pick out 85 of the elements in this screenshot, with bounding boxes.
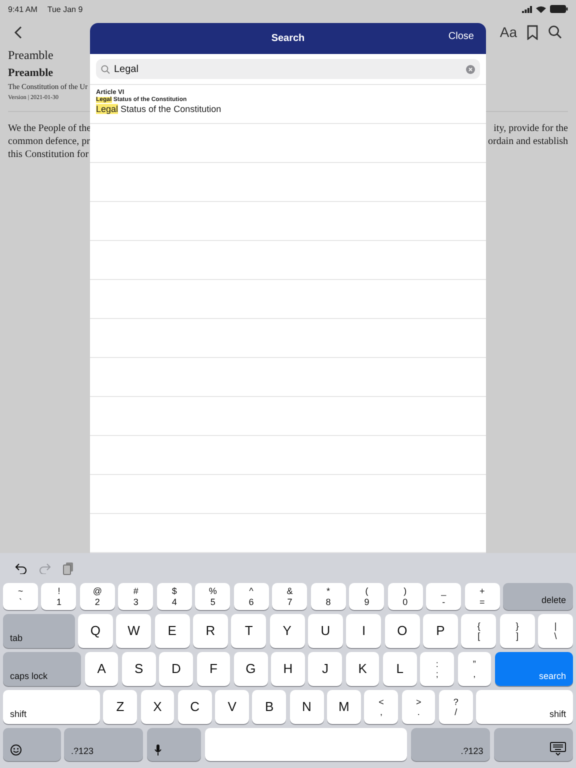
key[interactable]: D bbox=[159, 652, 194, 686]
paragraph-line: common defence, pr bbox=[8, 135, 90, 148]
key[interactable]: B bbox=[252, 690, 286, 724]
key[interactable]: G bbox=[234, 652, 268, 686]
key[interactable]: # 3 bbox=[118, 583, 154, 610]
key[interactable]: X bbox=[140, 690, 174, 724]
function-key[interactable]: .?123 bbox=[64, 728, 144, 761]
key[interactable]: M bbox=[327, 690, 361, 724]
paragraph-line: this Constitution for bbox=[8, 148, 89, 161]
bookmark-icon[interactable] bbox=[527, 24, 538, 40]
key[interactable]: P bbox=[423, 614, 458, 648]
key[interactable]: R bbox=[193, 614, 228, 648]
key[interactable]: > . bbox=[402, 690, 436, 724]
key[interactable]: $ 4 bbox=[156, 583, 192, 610]
wifi-icon bbox=[536, 6, 546, 12]
key[interactable]: < , bbox=[364, 690, 398, 724]
key[interactable]: ! 1 bbox=[41, 583, 76, 610]
font-size-button[interactable]: Aa bbox=[500, 24, 517, 40]
battery-icon bbox=[550, 5, 568, 13]
status-time: 9:41 AM bbox=[8, 4, 38, 14]
signal-icon bbox=[522, 6, 532, 12]
result-snippet: Legal Status of the Constitution bbox=[96, 104, 222, 114]
key[interactable]: A bbox=[84, 652, 118, 686]
shift-key[interactable]: shift bbox=[3, 690, 100, 724]
key[interactable]: U bbox=[308, 614, 343, 648]
key[interactable]: _ - bbox=[426, 583, 462, 610]
document-title: Preamble bbox=[8, 67, 54, 79]
status-date: Tue Jan 9 bbox=[47, 4, 83, 14]
emoji-key[interactable] bbox=[3, 728, 61, 761]
dismiss-key[interactable] bbox=[494, 728, 573, 761]
key[interactable]: F bbox=[196, 652, 230, 686]
key[interactable]: Q bbox=[78, 614, 113, 648]
key[interactable]: % 5 bbox=[195, 583, 230, 610]
paragraph-line: ordain and establish bbox=[488, 135, 568, 148]
key[interactable]: Z bbox=[103, 690, 138, 724]
key[interactable]: Y bbox=[270, 614, 305, 648]
search-icon bbox=[101, 64, 110, 74]
function-key[interactable]: tab bbox=[3, 614, 74, 648]
key[interactable]: S bbox=[122, 652, 156, 686]
key[interactable]: C bbox=[178, 690, 212, 724]
page-heading: Preamble bbox=[8, 48, 54, 63]
key[interactable]: ( 9 bbox=[349, 583, 384, 610]
key[interactable]: @ 2 bbox=[80, 583, 115, 610]
key[interactable]: } ] bbox=[500, 614, 535, 648]
clipboard-icon[interactable] bbox=[63, 562, 74, 574]
emoji-icon bbox=[10, 744, 22, 756]
key[interactable]: & 7 bbox=[272, 583, 308, 610]
shift-key[interactable]: shift bbox=[476, 690, 574, 724]
key[interactable]: V bbox=[215, 690, 249, 724]
paragraph-line: ity, provide for the bbox=[494, 122, 568, 135]
key[interactable]: K bbox=[346, 652, 380, 686]
key[interactable]: W bbox=[116, 614, 152, 648]
key[interactable]: | \ bbox=[538, 614, 573, 648]
key[interactable]: ” , bbox=[458, 652, 492, 686]
close-button[interactable]: Close bbox=[448, 31, 474, 42]
key[interactable]: H bbox=[271, 652, 305, 686]
paragraph-line: We the People of the bbox=[8, 122, 92, 135]
key[interactable]: * 8 bbox=[310, 583, 346, 610]
undo-icon[interactable] bbox=[15, 562, 27, 574]
function-key[interactable]: caps lock bbox=[3, 652, 82, 686]
key[interactable]: ) 0 bbox=[388, 583, 423, 610]
search-input[interactable]: Legal bbox=[114, 64, 462, 75]
key[interactable]: I bbox=[346, 614, 382, 648]
search-key[interactable]: search bbox=[494, 652, 573, 686]
key[interactable]: T bbox=[231, 614, 266, 648]
key[interactable]: L bbox=[382, 652, 417, 686]
key[interactable]: ^ 6 bbox=[234, 583, 269, 610]
key[interactable]: + = bbox=[464, 583, 500, 610]
key[interactable]: N bbox=[290, 690, 324, 724]
keyboard-dismiss-icon bbox=[550, 742, 566, 756]
key[interactable]: J bbox=[308, 652, 342, 686]
key[interactable]: : ; bbox=[420, 652, 454, 686]
clear-icon[interactable] bbox=[466, 64, 475, 74]
function-key[interactable]: delete bbox=[503, 583, 574, 610]
key[interactable]: ~ ` bbox=[3, 583, 38, 610]
search-icon[interactable] bbox=[548, 25, 562, 39]
dialog-title: Search bbox=[271, 33, 305, 44]
search-field[interactable]: Legal bbox=[96, 59, 480, 80]
back-icon[interactable] bbox=[14, 26, 22, 38]
key[interactable]: O bbox=[384, 614, 420, 648]
microphone-icon bbox=[154, 744, 162, 756]
key[interactable]: { [ bbox=[461, 614, 496, 648]
function-key[interactable]: .?123 bbox=[410, 728, 490, 761]
key[interactable]: ? / bbox=[438, 690, 473, 724]
key[interactable]: E bbox=[154, 614, 190, 648]
